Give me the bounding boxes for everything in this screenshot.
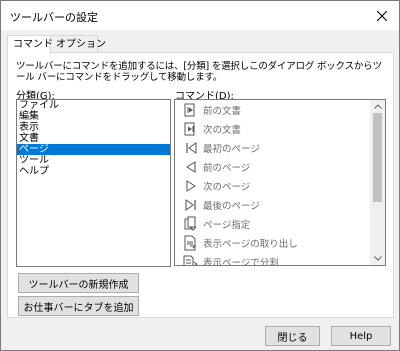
last-page-icon: [179, 197, 201, 213]
command-label: ページ指定: [203, 219, 251, 231]
go-to-page-icon: [179, 216, 201, 232]
command-item[interactable]: 表示ページの取り出し: [175, 233, 385, 252]
command-label: 次の文書: [203, 124, 242, 136]
command-item[interactable]: 最初のページ: [175, 138, 385, 157]
command-label: 前の文書: [203, 105, 242, 117]
prev-document-icon: [179, 102, 201, 118]
category-item[interactable]: 文書: [17, 133, 170, 144]
command-label: 最初のページ: [203, 143, 260, 155]
new-toolbar-button[interactable]: ツールバーの新規作成: [18, 273, 139, 293]
command-item[interactable]: 次のページ: [175, 176, 385, 195]
split-page-icon: [179, 254, 201, 265]
add-to-work-bar-button[interactable]: お仕事バーにタブを追加: [18, 296, 139, 316]
command-label: 最後のページ: [203, 200, 260, 212]
command-item[interactable]: 前のページ: [175, 157, 385, 176]
command-label: 次のページ: [203, 181, 251, 193]
command-item[interactable]: 次の文書: [175, 119, 385, 138]
category-item[interactable]: 編集: [17, 111, 170, 122]
category-item[interactable]: 表示: [17, 122, 170, 133]
chevron-up-icon: [373, 104, 382, 109]
next-document-icon: [179, 121, 201, 137]
commands-scrollbar[interactable]: [370, 100, 385, 265]
tab-commands[interactable]: コマンド: [7, 35, 53, 54]
categories-list: ファイル 編集 表示 文書 ページ ツール ヘルプ: [17, 100, 170, 177]
instructions-line-1: ツールバーにコマンドを追加するには、[分類] を選択しこのダイアログ ボックスか…: [16, 61, 382, 72]
command-item[interactable]: 表示ページで分割: [175, 252, 385, 266]
command-item[interactable]: 最後のページ: [175, 195, 385, 214]
commands-list: 前の文書次の文書最初のページ 前のページ次のページ最後のページ ページ指定表示ページ…: [175, 100, 385, 266]
scroll-up-button[interactable]: [370, 100, 385, 113]
extract-page-icon: [179, 235, 201, 251]
commands-listbox[interactable]: 前の文書次の文書最初のページ 前のページ次のページ最後のページ ページ指定表示ページ…: [174, 99, 386, 266]
command-item[interactable]: ページ指定: [175, 214, 385, 233]
category-item[interactable]: ファイル: [17, 100, 170, 111]
first-page-icon: [179, 140, 201, 156]
help-button[interactable]: Help: [331, 326, 391, 346]
command-item[interactable]: 前の文書: [175, 100, 385, 119]
instructions-text: ツールバーにコマンドを追加するには、[分類] を選択しこのダイアログ ボックスか…: [16, 61, 388, 83]
instructions-line-2: ール バーにコマンドをドラッグして移動します。: [16, 72, 223, 83]
command-label: 表示ページで分割: [203, 257, 279, 266]
close-window-button[interactable]: [365, 1, 399, 30]
command-label: 前のページ: [203, 162, 251, 174]
close-button[interactable]: 閉じる: [265, 326, 320, 346]
title-bar: ツールバーの設定: [1, 1, 399, 30]
commands-panel: ツールバーにコマンドを追加するには、[分類] を選択しこのダイアログ ボックスか…: [7, 52, 394, 318]
scroll-down-button[interactable]: [370, 252, 385, 265]
command-label: 表示ページの取り出し: [203, 238, 298, 250]
tab-options[interactable]: オプション: [50, 35, 106, 53]
category-item[interactable]: ページ: [17, 144, 170, 155]
category-item[interactable]: ツール: [17, 155, 170, 166]
dialog-title: ツールバーの設定: [10, 11, 98, 24]
categories-listbox[interactable]: ファイル 編集 表示 文書 ページ ツール ヘルプ: [16, 99, 171, 267]
next-page-icon: [179, 178, 201, 194]
toolbar-settings-dialog: ツールバーの設定 コマンド オプション ツールバーにコマンドを追加するには、[分…: [0, 0, 400, 351]
chevron-down-icon: [373, 256, 382, 261]
close-icon: [377, 10, 387, 21]
category-item[interactable]: ヘルプ: [17, 166, 170, 177]
previous-page-icon: [179, 159, 201, 175]
scroll-thumb[interactable]: [373, 113, 382, 202]
